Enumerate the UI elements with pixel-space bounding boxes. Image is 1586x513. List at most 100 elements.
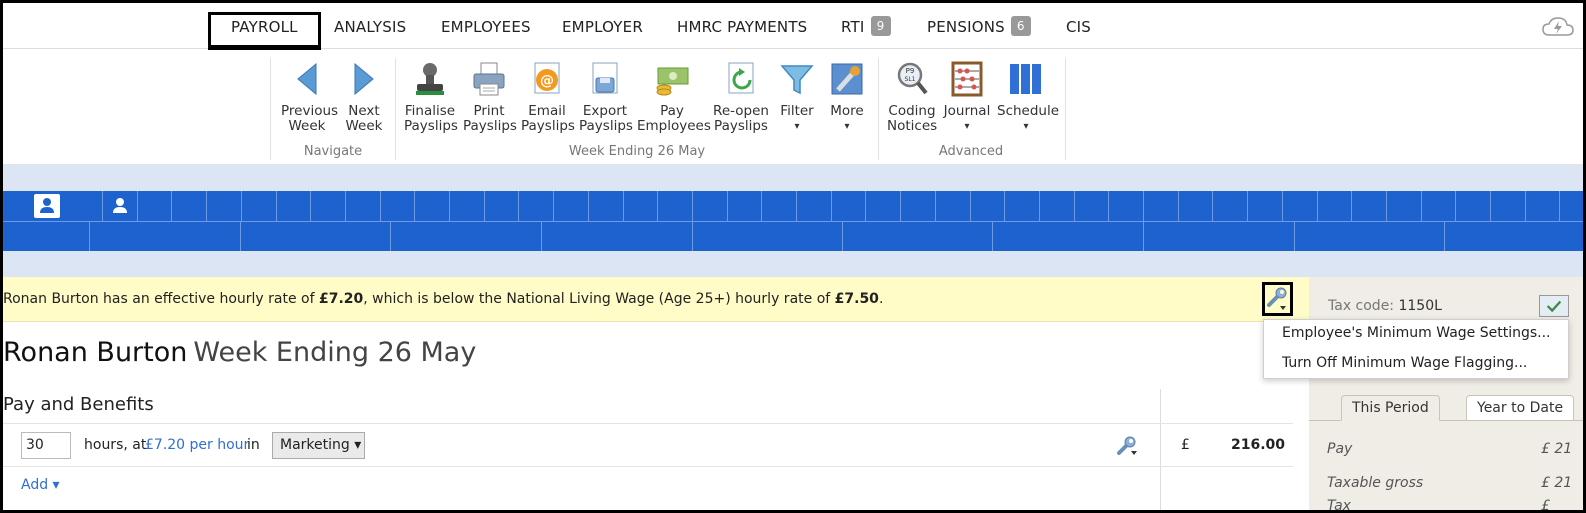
period-cell[interactable] [138, 191, 173, 221]
minimum-wage-options-button[interactable] [1262, 282, 1293, 316]
period-cell[interactable] [798, 191, 832, 221]
period-cell[interactable] [520, 191, 555, 221]
menu-item-minimum-wage-settings[interactable]: Employee's Minimum Wage Settings... [1282, 325, 1551, 341]
pay-row-options-button[interactable] [1116, 434, 1138, 456]
period-cell[interactable] [208, 191, 242, 221]
filter-button[interactable]: Filter ▾ [776, 60, 818, 134]
period-cell[interactable] [1295, 221, 1445, 251]
nav-tab-pensions[interactable]: PENSIONS 6 [927, 11, 1031, 43]
period-cell[interactable] [1179, 191, 1214, 221]
nav-tab-employees[interactable]: EMPLOYEES [441, 11, 531, 43]
period-cell[interactable] [485, 191, 520, 221]
email-icon: @ [534, 62, 560, 94]
tab-this-period[interactable]: This Period [1341, 395, 1440, 421]
coding-notices-button[interactable]: P9 SL1 Coding Notices [887, 60, 937, 134]
period-cell[interactable] [1388, 191, 1422, 221]
selected-employee-cell[interactable] [34, 194, 60, 218]
period-cell[interactable] [1041, 191, 1075, 221]
period-cell[interactable] [902, 191, 936, 221]
finalise-payslips-button[interactable]: Finalise Payslips [404, 60, 458, 134]
period-cell[interactable] [416, 191, 450, 221]
period-cell[interactable] [693, 221, 843, 251]
period-cell[interactable] [1075, 191, 1110, 221]
arrow-left-icon [297, 62, 317, 96]
svg-text:P9: P9 [906, 67, 915, 75]
more-button[interactable]: More ▾ [826, 60, 868, 134]
nav-tab-rti[interactable]: RTI 9 [841, 11, 891, 43]
period-cell[interactable] [1145, 191, 1179, 221]
period-cell[interactable] [590, 191, 624, 221]
department-select[interactable]: Marketing ▾ [272, 432, 365, 459]
period-cell[interactable] [277, 191, 312, 221]
period-cell[interactable] [1318, 191, 1353, 221]
email-payslips-button[interactable]: @ Email Payslips [521, 60, 575, 134]
period-cell[interactable] [1422, 191, 1457, 221]
period-cell[interactable] [1145, 221, 1295, 251]
period-cell[interactable] [381, 191, 416, 221]
button-label-line: Re-open [713, 103, 769, 119]
period-cell[interactable] [173, 191, 208, 221]
button-label-line: Week [345, 118, 383, 134]
pay-employees-button[interactable]: Pay Employees [637, 60, 711, 134]
period-cell[interactable] [91, 221, 241, 251]
period-cell[interactable] [937, 191, 971, 221]
banknotes-icon [656, 67, 689, 96]
period-cell[interactable] [104, 191, 138, 221]
period-cell[interactable] [832, 191, 867, 221]
edit-tax-code-button[interactable] [1539, 295, 1569, 317]
period-cell[interactable] [994, 221, 1144, 251]
next-week-button[interactable]: Next Week [343, 60, 385, 134]
period-cell[interactable] [69, 191, 103, 221]
period-cell[interactable] [1110, 191, 1144, 221]
period-cell[interactable] [728, 191, 763, 221]
period-cell[interactable] [243, 191, 277, 221]
nav-tab-hmrc-payments[interactable]: HMRC PAYMENTS [677, 11, 807, 43]
period-cell[interactable] [555, 191, 589, 221]
period-cell[interactable] [543, 221, 693, 251]
ribbon-toolbar: Previous Week Next Week Navigate Finalise P… [3, 50, 1583, 165]
effective-rate-value: £7.20 [318, 291, 364, 307]
journal-button[interactable]: Journal ▾ [943, 60, 991, 134]
nav-tab-payroll[interactable]: PAYROLL [208, 12, 321, 50]
reopen-payslips-button[interactable]: Re-open Payslips [712, 60, 770, 134]
period-cell[interactable] [1214, 191, 1249, 221]
previous-week-button[interactable]: Previous Week [281, 60, 338, 134]
cloud-sync-icon[interactable] [1541, 15, 1575, 37]
period-cell[interactable] [451, 191, 485, 221]
period-cell[interactable] [347, 191, 381, 221]
period-cell[interactable] [843, 221, 993, 251]
period-cell[interactable] [1526, 191, 1561, 221]
period-cell[interactable] [3, 221, 90, 251]
export-payslips-button[interactable]: Export Payslips [579, 60, 633, 134]
period-cell[interactable] [1249, 191, 1283, 221]
period-cell[interactable] [1457, 191, 1491, 221]
button-label: Schedule [997, 103, 1060, 119]
period-cell[interactable] [971, 191, 1006, 221]
period-cell[interactable] [1561, 191, 1583, 221]
period-cell[interactable] [624, 191, 659, 221]
period-cell[interactable] [1492, 191, 1526, 221]
nav-tab-cis[interactable]: CIS [1066, 11, 1091, 43]
period-cell[interactable] [1353, 191, 1387, 221]
period-cell[interactable] [392, 221, 542, 251]
schedule-button[interactable]: Schedule ▾ [997, 60, 1059, 134]
tab-year-to-date[interactable]: Year to Date [1466, 395, 1575, 421]
period-cell[interactable] [1284, 191, 1318, 221]
period-cell[interactable] [1006, 191, 1040, 221]
nav-tab-employer[interactable]: EMPLOYER [562, 11, 643, 43]
period-cell[interactable] [659, 191, 693, 221]
add-pay-item-link[interactable]: Add ▾ [21, 477, 60, 493]
menu-item-turn-off-flagging[interactable]: Turn Off Minimum Wage Flagging... [1282, 355, 1527, 371]
nav-tab-analysis[interactable]: ANALYSIS [334, 11, 406, 43]
tab-label: This Period [1352, 400, 1429, 416]
period-cell[interactable] [763, 191, 797, 221]
period-cell[interactable] [867, 191, 902, 221]
hourly-rate-link[interactable]: £7.20 per hour [145, 437, 249, 453]
period-cell[interactable] [312, 191, 346, 221]
print-payslips-button[interactable]: Print Payslips [463, 60, 517, 134]
button-label-line: Week [288, 118, 326, 134]
row-divider [3, 466, 1293, 467]
period-cell[interactable] [694, 191, 728, 221]
period-cell[interactable] [241, 221, 391, 251]
hours-input[interactable]: 30 [21, 432, 71, 459]
